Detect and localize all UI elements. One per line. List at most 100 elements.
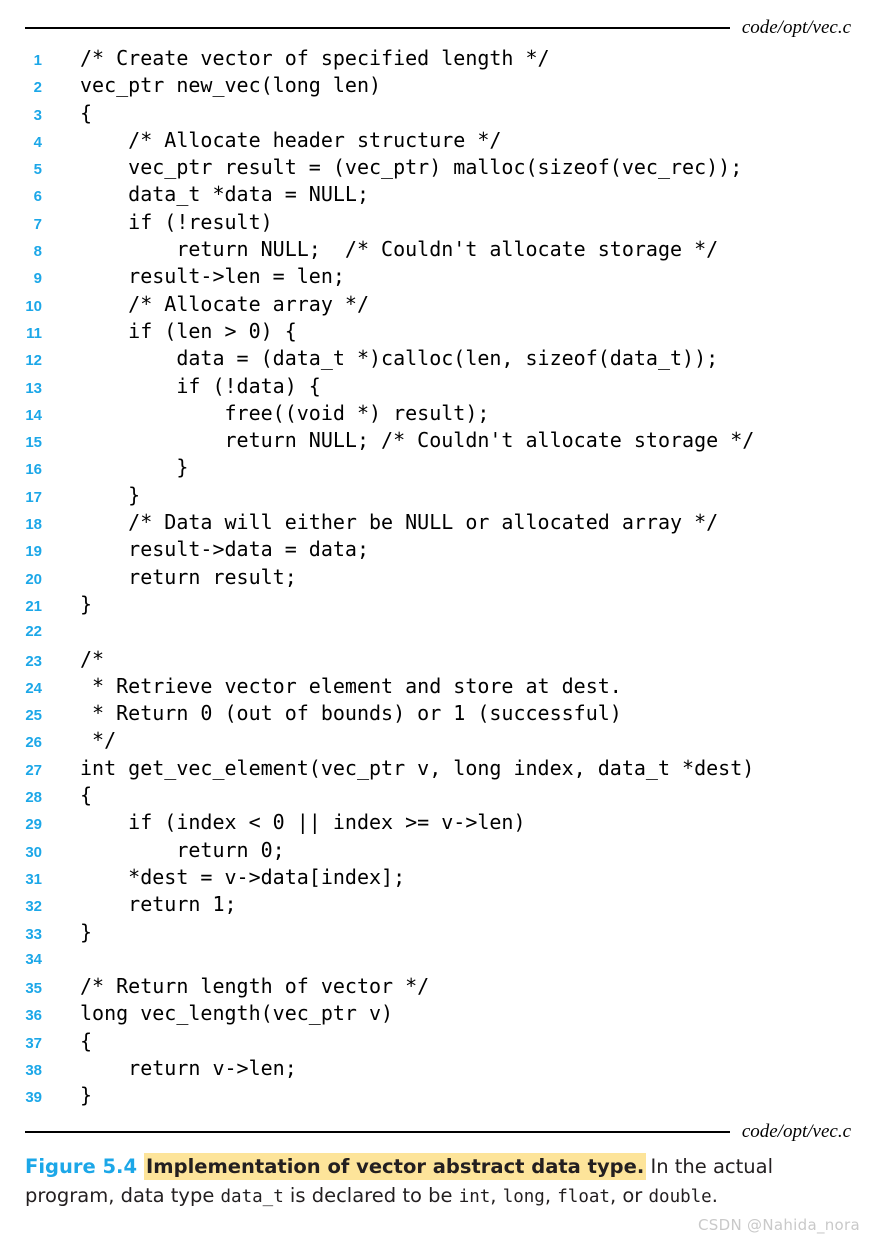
- line-source: if (len > 0) {: [80, 318, 297, 343]
- line-source: }: [80, 919, 93, 944]
- line-number: 10: [25, 297, 42, 315]
- line-number: 30: [25, 843, 42, 861]
- code-line: 9 result->len = len;: [0, 263, 876, 290]
- line-number: 24: [25, 679, 42, 697]
- figure-top-rule-row: code/opt/vec.c: [25, 18, 851, 37]
- line-number: 1: [33, 52, 42, 69]
- line-source: {: [80, 783, 93, 808]
- line-source: result->len = len;: [80, 264, 345, 289]
- code-line: 33}: [0, 919, 876, 946]
- code-line: 29 if (index < 0 || index >= v->len): [0, 809, 876, 836]
- line-source: }: [80, 591, 93, 616]
- line-number: 36: [25, 1007, 42, 1025]
- code-line: 13 if (!data) {: [0, 373, 876, 400]
- line-source: if (!data) {: [80, 373, 321, 398]
- code-line: 22: [0, 618, 876, 645]
- line-number: 12: [25, 352, 42, 370]
- line-number: 33: [25, 925, 42, 943]
- line-number: 34: [25, 950, 42, 968]
- caption-code-float: float: [557, 1187, 610, 1207]
- code-line: 15 return NULL; /* Couldn't allocate sto…: [0, 427, 876, 454]
- line-source: return 0;: [80, 837, 285, 862]
- code-line: 31 *dest = v->data[index];: [0, 864, 876, 891]
- code-line: 6 data_t *data = NULL;: [0, 181, 876, 208]
- code-line: 3{: [0, 100, 876, 127]
- code-line: 11 if (len > 0) {: [0, 318, 876, 345]
- line-source: /* Data will either be NULL or allocated…: [80, 510, 719, 535]
- horizontal-rule-top: [25, 26, 730, 29]
- caption-text-5: , or: [609, 1184, 649, 1207]
- line-source: * Retrieve vector element and store at d…: [80, 673, 622, 698]
- line-number: 35: [25, 980, 42, 998]
- line-source: }: [80, 455, 189, 480]
- line-source: if (index < 0 || index >= v->len): [80, 810, 526, 835]
- code-line: 4 /* Allocate header structure */: [0, 127, 876, 154]
- line-source: return NULL; /* Couldn't allocate storag…: [80, 237, 719, 262]
- line-number: 32: [25, 898, 42, 916]
- code-line: 25 * Return 0 (out of bounds) or 1 (succ…: [0, 700, 876, 727]
- code-line: 28 {: [0, 782, 876, 809]
- code-line: 5 vec_ptr result = (vec_ptr) malloc(size…: [0, 154, 876, 181]
- line-number: 13: [25, 379, 42, 397]
- line-source: if (!result): [80, 209, 273, 234]
- line-number: 29: [25, 816, 42, 834]
- line-number: 17: [25, 488, 42, 506]
- code-line: 17 }: [0, 482, 876, 509]
- line-source: }: [80, 1083, 93, 1108]
- line-number: 23: [25, 652, 42, 670]
- line-number: 8: [33, 243, 42, 261]
- line-number: 2: [33, 79, 42, 97]
- line-source: }: [80, 482, 141, 507]
- figure-number: Figure 5.4: [25, 1155, 138, 1178]
- line-number: 18: [25, 516, 42, 534]
- line-number: 11: [26, 324, 42, 342]
- line-number: 28: [25, 789, 42, 807]
- line-source: return result;: [80, 564, 297, 589]
- caption-code-long: long: [502, 1187, 545, 1207]
- line-source: *dest = v->data[index];: [80, 864, 406, 889]
- caption-text-3: ,: [490, 1184, 503, 1207]
- code-line: 10 /* Allocate array */: [0, 291, 876, 318]
- code-line: 16 }: [0, 454, 876, 481]
- line-source: /* Return length of vector */: [80, 974, 430, 999]
- line-number: 4: [33, 133, 42, 151]
- figure-bottom-rule-row: code/opt/vec.c: [25, 1122, 851, 1141]
- code-line: 23 /*: [0, 646, 876, 673]
- line-source: */: [80, 728, 117, 753]
- line-source: return NULL; /* Couldn't allocate storag…: [80, 428, 755, 453]
- code-line: 38 return v->len;: [0, 1055, 876, 1082]
- code-line: 24 * Retrieve vector element and store a…: [0, 673, 876, 700]
- line-source: return 1;: [80, 892, 237, 917]
- line-number: 22: [25, 623, 42, 641]
- line-source: free((void *) result);: [80, 400, 490, 425]
- code-line: 27 int get_vec_element(vec_ptr v, long in…: [0, 755, 876, 782]
- line-number: 37: [25, 1034, 42, 1052]
- source-path-label-top: code/opt/vec.c: [741, 17, 851, 38]
- line-number: 39: [25, 1089, 42, 1107]
- figure-title-highlighted: Implementation of vector abstract data t…: [146, 1155, 645, 1178]
- code-line: 37 {: [0, 1028, 876, 1055]
- line-source: /* Allocate header structure */: [80, 127, 502, 152]
- code-line: 39}: [0, 1082, 876, 1109]
- line-source: return v->len;: [80, 1055, 297, 1080]
- code-line: 12 data = (data_t *)calloc(len, sizeof(d…: [0, 345, 876, 372]
- line-number: 7: [33, 215, 42, 233]
- line-number: 16: [25, 461, 42, 479]
- code-line: 2 vec_ptr new_vec(long len): [0, 72, 876, 99]
- line-number: 19: [25, 543, 42, 561]
- code-line: 1 /* Create vector of specified length */: [0, 45, 876, 72]
- source-path-label-bottom: code/opt/vec.c: [741, 1121, 851, 1142]
- line-source: vec_ptr new_vec(long len): [80, 73, 382, 98]
- code-line: 32 return 1;: [0, 891, 876, 918]
- line-source: * Return 0 (out of bounds) or 1 (success…: [80, 701, 622, 726]
- line-number: 38: [25, 1061, 42, 1079]
- caption-text-2: is declared to be: [283, 1184, 459, 1207]
- line-source: long vec_length(vec_ptr v): [80, 1001, 394, 1026]
- code-line: 18 /* Data will either be NULL or alloca…: [0, 509, 876, 536]
- code-line: 20 return result;: [0, 564, 876, 591]
- line-number: 20: [25, 570, 42, 588]
- line-number: 26: [25, 734, 42, 752]
- code-line: 30 return 0;: [0, 837, 876, 864]
- line-source: int get_vec_element(vec_ptr v, long inde…: [80, 755, 755, 780]
- csdn-watermark: CSDN @Nahida_nora: [698, 1216, 860, 1234]
